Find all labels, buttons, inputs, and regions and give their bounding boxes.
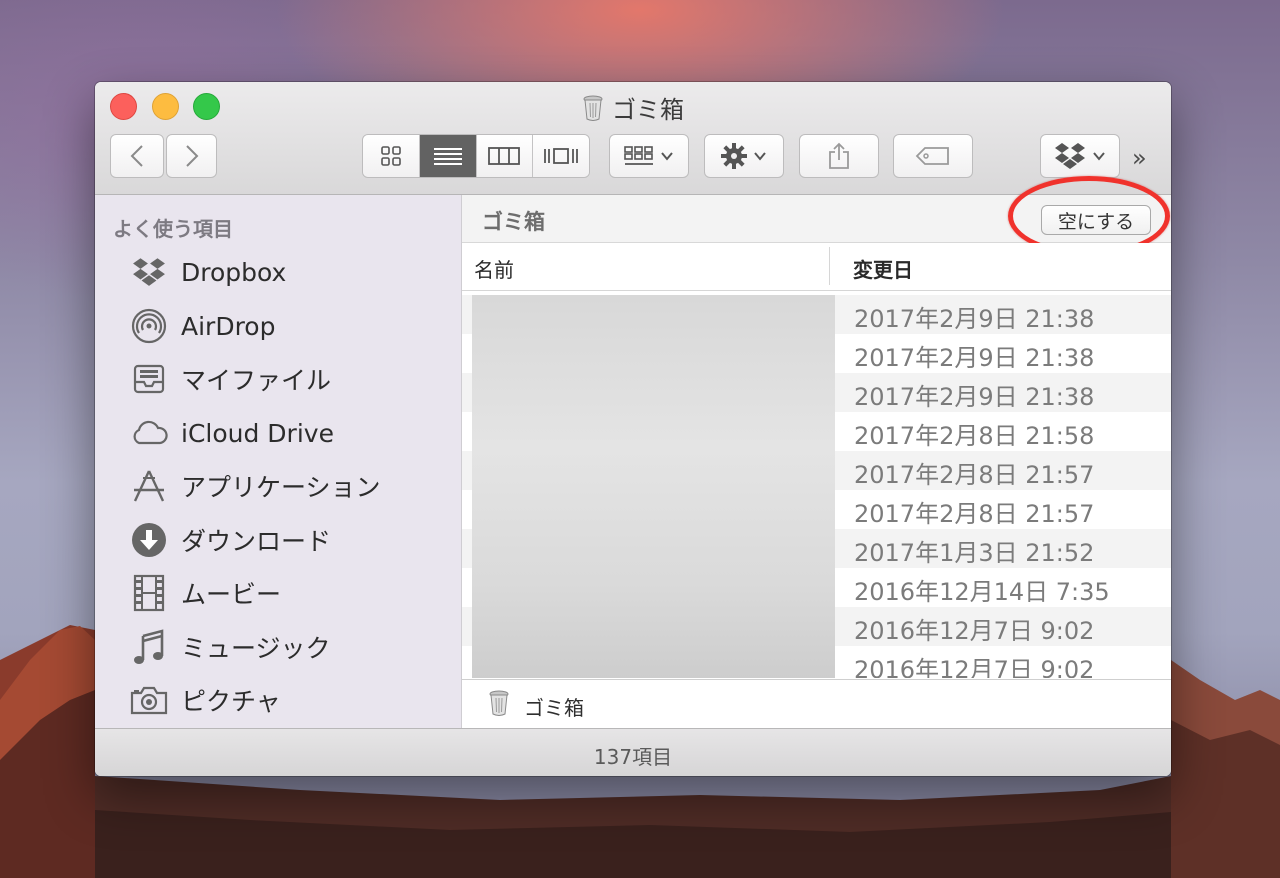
film-icon xyxy=(129,573,169,613)
sidebar-item-dropbox[interactable]: Dropbox xyxy=(129,252,286,292)
item-count: 137項目 xyxy=(593,745,673,769)
modified-date: 2016年12月7日 9:02 xyxy=(854,617,1095,645)
icon-view-button[interactable] xyxy=(363,135,420,177)
sidebar-item-label: ダウンロード xyxy=(181,527,332,556)
camera-icon xyxy=(129,680,169,720)
music-note-icon xyxy=(129,627,169,667)
back-button[interactable] xyxy=(110,134,164,178)
modified-date: 2017年2月9日 21:38 xyxy=(854,305,1095,333)
status-bar: 137項目 xyxy=(95,728,1171,776)
sidebar-item-label: マイファイル xyxy=(181,366,332,395)
sidebar-item-label: ムービー xyxy=(181,580,282,609)
sidebar-item-pictures[interactable]: ピクチャ xyxy=(129,680,281,720)
modified-date: 2017年2月8日 21:57 xyxy=(854,461,1095,489)
cover-flow-icon xyxy=(544,148,579,164)
window-title-text: ゴミ箱 xyxy=(612,96,684,124)
chevron-down-icon xyxy=(754,152,766,161)
modified-date: 2016年12月7日 9:02 xyxy=(854,656,1095,678)
sidebar-item-all-my-files[interactable]: マイファイル xyxy=(129,359,331,399)
column-header-name[interactable]: 名前 xyxy=(474,254,514,283)
sidebar-item-label: ミュージック xyxy=(181,634,331,663)
dropbox-icon xyxy=(1055,143,1085,169)
sidebar-item-icloud-drive[interactable]: iCloud Drive xyxy=(129,413,334,453)
blurred-file-names xyxy=(472,295,835,678)
all-my-files-icon xyxy=(129,359,169,399)
trash-icon xyxy=(488,690,510,720)
modified-date: 2017年2月9日 21:38 xyxy=(854,344,1095,372)
dropbox-menu-button[interactable] xyxy=(1040,134,1120,178)
chevron-down-icon xyxy=(661,152,673,161)
window-title: ゴミ箱 xyxy=(95,90,1171,127)
column-view-button[interactable] xyxy=(476,135,534,177)
download-icon xyxy=(129,520,169,560)
column-header-modified[interactable]: 変更日 xyxy=(853,254,913,283)
columns-icon xyxy=(488,147,521,165)
share-icon xyxy=(829,142,849,169)
path-bar: ゴミ箱 xyxy=(462,679,1171,729)
cover-flow-view-button[interactable] xyxy=(533,135,589,177)
list-icon xyxy=(433,148,462,165)
titlebar: ゴミ箱 » xyxy=(95,82,1171,195)
tag-button[interactable] xyxy=(893,134,973,178)
sidebar-item-movies[interactable]: ムービー xyxy=(129,573,281,613)
sidebar-item-label: ピクチャ xyxy=(181,687,281,716)
cloud-icon xyxy=(129,413,169,453)
sidebar-item-label: iCloud Drive xyxy=(181,418,334,448)
arrange-icon xyxy=(624,146,653,165)
modified-date: 2017年1月3日 21:52 xyxy=(854,539,1095,567)
modified-date: 2017年2月8日 21:57 xyxy=(854,500,1095,528)
list-view-button[interactable] xyxy=(419,135,477,177)
applications-icon xyxy=(129,466,169,506)
share-button[interactable] xyxy=(799,134,879,178)
sidebar-item-downloads[interactable]: ダウンロード xyxy=(129,520,331,560)
airdrop-icon xyxy=(129,306,169,346)
sidebar-item-applications[interactable]: アプリケーション xyxy=(129,466,381,506)
sidebar-item-label: AirDrop xyxy=(181,311,276,341)
sidebar-heading-favorites: よく使う項目 xyxy=(113,217,233,241)
column-divider[interactable] xyxy=(829,247,830,285)
trash-header-bar: ゴミ箱 空にする xyxy=(462,176,1171,256)
toolbar-overflow-button[interactable]: » xyxy=(1132,144,1146,172)
path-bar-item-trash[interactable]: ゴミ箱 xyxy=(524,692,584,721)
grid-icon xyxy=(381,146,401,166)
sidebar-item-music[interactable]: ミュージック xyxy=(129,627,331,667)
sidebar-item-label: アプリケーション xyxy=(181,473,381,502)
chevron-left-icon xyxy=(130,145,143,167)
dropbox-icon xyxy=(129,252,169,292)
action-button[interactable] xyxy=(704,134,784,178)
trash-icon xyxy=(582,95,604,127)
sidebar-item-airdrop[interactable]: AirDrop xyxy=(129,306,275,346)
tag-icon xyxy=(915,147,949,165)
column-header: 名前 変更日 xyxy=(462,243,1171,291)
sidebar: よく使う項目 Dropbox AirDrop マイファイル iCloud Dri… xyxy=(95,195,462,728)
modified-date: 2017年2月8日 21:58 xyxy=(854,422,1095,450)
arrange-button[interactable] xyxy=(609,134,689,178)
modified-date: 2017年2月9日 21:38 xyxy=(854,383,1095,411)
file-rows: 2017年2月9日 21:38 2017年2月9日 21:38 2017年2月9… xyxy=(462,295,1171,678)
chevron-down-icon xyxy=(1093,152,1105,161)
modified-date: 2016年12月14日 7:35 xyxy=(854,578,1110,606)
trash-header-title: ゴミ箱 xyxy=(482,210,545,234)
sidebar-item-label: Dropbox xyxy=(181,257,287,287)
gear-icon xyxy=(721,143,747,169)
forward-button[interactable] xyxy=(166,134,217,178)
file-list-pane: ゴミ箱 空にする 名前 変更日 2017年2月9日 21:38 2017年2月9… xyxy=(462,176,1171,729)
finder-window: ゴミ箱 » よく使う項目 Dropbox AirDrop マイファイル iClo… xyxy=(95,82,1171,776)
chevron-right-icon xyxy=(185,145,198,167)
view-mode-selector xyxy=(362,134,590,178)
